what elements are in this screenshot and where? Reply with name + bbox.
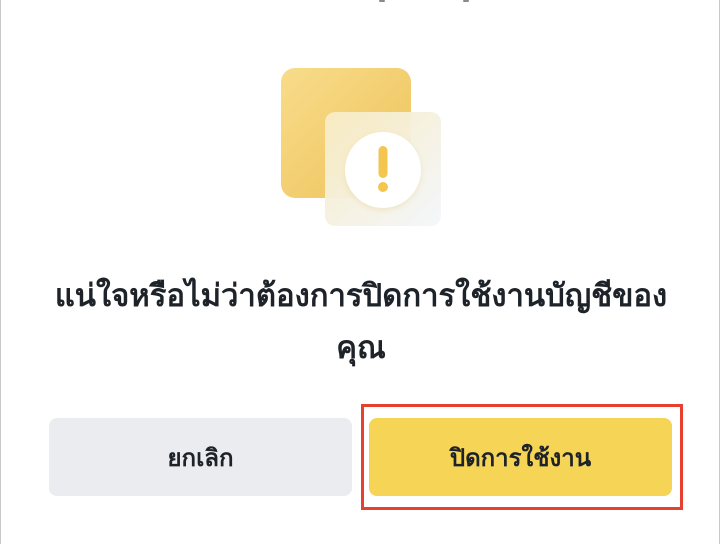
top-edge-mark (463, 0, 469, 2)
deactivate-button-label: ปิดการใช้งาน (449, 443, 592, 472)
dialog-title: แน่ใจหรือไม่ว่าต้องการปิดการใช้งานบัญชีข… (54, 278, 668, 366)
exclamation-bar (378, 146, 388, 178)
cancel-button-label: ยกเลิก (167, 443, 234, 472)
top-edge-mark (379, 0, 385, 2)
warning-illustration-icon (281, 68, 441, 226)
deactivate-account-dialog: แน่ใจหรือไม่ว่าต้องการปิดการใช้งานบัญชีข… (0, 0, 720, 544)
exclamation-dot (378, 182, 388, 192)
deactivate-button[interactable]: ปิดการใช้งาน (369, 418, 672, 496)
cancel-button[interactable]: ยกเลิก (49, 418, 352, 496)
